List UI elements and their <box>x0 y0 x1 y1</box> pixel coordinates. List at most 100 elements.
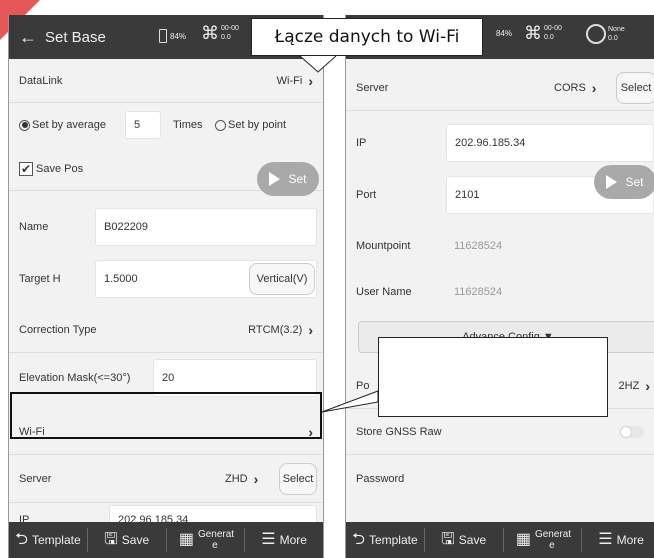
ip-row: IP 202.96.185.34 <box>346 119 654 167</box>
qr-code-icon: ▦ <box>515 531 531 548</box>
set-by-point-label: Set by point <box>228 119 287 131</box>
floppy-disk-icon: 🖫 <box>441 531 455 548</box>
floppy-disk-icon: 🖫 <box>104 531 118 548</box>
select-server-button[interactable]: Select <box>279 463 317 495</box>
template-icon: ⮌ <box>352 531 365 548</box>
qr-code-icon: ▦ <box>178 531 194 548</box>
right-form: Server CORS › Select IP 202.96.185.34 Por… <box>346 59 654 522</box>
template-label: Template <box>31 533 81 547</box>
store-raw-label: Store GNSS Raw <box>356 426 442 438</box>
satellite-icon: ⌘ <box>524 23 542 43</box>
more-label: More <box>616 533 644 547</box>
server-value: CORS <box>554 82 586 94</box>
password-label: Password <box>356 473 405 485</box>
template-icon: ⮌ <box>15 531 28 548</box>
generate-label: Generat e <box>534 529 572 551</box>
satellite-icon: ⌘ <box>201 23 219 43</box>
server-row[interactable]: Server CORS › Select <box>346 65 654 111</box>
right-bottom-bar: ⮌ Template 🖫 Save ▦ Generat e ☰ More <box>346 522 654 558</box>
chevron-right-icon: › <box>308 73 313 89</box>
target-h-label: Target H <box>19 273 61 285</box>
name-label: Name <box>19 221 49 233</box>
set-button[interactable]: Set <box>594 165 654 199</box>
save-button[interactable]: 🖫 Save <box>88 528 167 552</box>
select-server-button[interactable]: Select <box>616 72 654 104</box>
chevron-right-icon: › <box>253 471 259 487</box>
template-button[interactable]: ⮌ Template <box>9 528 88 552</box>
battery-icon <box>159 29 167 43</box>
set-by-point-radio[interactable] <box>215 119 226 131</box>
set-button-label: Set <box>288 172 307 186</box>
save-pos-label: Save Pos <box>36 163 84 175</box>
battery-indicator: 84% <box>159 29 186 43</box>
correction-type-value: RTCM(3.2) <box>248 324 303 336</box>
username-value[interactable]: 11628524 <box>454 286 502 298</box>
diff-status: None 0.0 <box>586 24 625 44</box>
satellite-status: ⌘ 00-00 0.0 <box>201 24 239 42</box>
save-button[interactable]: 🖫 Save <box>425 528 504 552</box>
status-circle-icon <box>586 24 606 44</box>
back-arrow-icon[interactable]: ← <box>19 28 37 46</box>
server-value: ZHD <box>225 473 248 485</box>
menu-icon: ☰ <box>261 531 276 548</box>
wifi-row-highlight <box>10 392 322 439</box>
save-pos-checkbox[interactable]: ✔ <box>19 162 33 176</box>
target-h-row: Target H 1.5000 Vertical(V) <box>9 255 323 303</box>
diff-line-2: 0.0 <box>608 35 618 42</box>
right-phone-screen: 84% ⌘ 00-00 0.0 None 0.0 Server CORS › Sele… <box>345 15 654 558</box>
left-bottom-bar: ⮌ Template 🖫 Save ▦ Generat e ☰ More <box>9 522 323 558</box>
set-button[interactable]: Set <box>257 162 319 196</box>
callout-middle <box>378 337 608 417</box>
set-method-row: Set by average 5 Times Set by point <box>9 103 323 147</box>
more-button[interactable]: ☰ More <box>582 528 654 552</box>
left-form: DataLink Wi-Fi › Set by average 5 Times S… <box>9 59 323 535</box>
store-raw-toggle[interactable] <box>620 426 644 438</box>
server-row[interactable]: Server ZHD › Select <box>9 455 323 503</box>
set-by-average-label: Set by average <box>32 119 106 131</box>
battery-level: 84% <box>496 29 513 38</box>
more-button[interactable]: ☰ More <box>245 528 323 552</box>
mountpoint-label: Mountpoint <box>356 240 411 252</box>
template-label: Template <box>368 533 418 547</box>
chevron-right-icon: › <box>645 378 650 394</box>
save-label: Save <box>458 533 487 547</box>
sat-line-1: 00-00 <box>544 25 562 32</box>
password-row: Password <box>346 455 654 503</box>
more-label: More <box>279 533 307 547</box>
correction-type-label: Correction Type <box>19 324 97 336</box>
play-icon <box>606 175 618 189</box>
generate-button[interactable]: ▦ Generat e <box>167 528 246 552</box>
play-icon <box>269 172 281 186</box>
callout-top: Łącze danych to Wi-Fi <box>251 18 483 56</box>
vertical-mode-button[interactable]: Vertical(V) <box>249 263 315 295</box>
template-button[interactable]: ⮌ Template <box>346 528 425 552</box>
elevation-label: Elevation Mask(<=30°) <box>19 372 131 384</box>
datalink-label: DataLink <box>19 75 63 87</box>
ip-input[interactable]: 202.96.185.34 <box>446 124 654 162</box>
mountpoint-row: Mountpoint 11628524 <box>346 223 654 269</box>
save-label: Save <box>121 533 150 547</box>
datalink-row[interactable]: DataLink Wi-Fi › <box>9 59 323 103</box>
generate-label: Generat e <box>197 529 235 551</box>
sat-line-2: 0.0 <box>221 34 231 41</box>
menu-icon: ☰ <box>598 531 613 548</box>
set-button-label: Set <box>625 175 644 189</box>
po-label: Po <box>356 380 370 392</box>
set-by-average-radio[interactable] <box>19 119 30 131</box>
chevron-right-icon: › <box>591 80 597 96</box>
average-count-input[interactable]: 5 <box>125 111 161 139</box>
battery-indicator: 84% <box>496 29 512 38</box>
server-label: Server <box>19 473 52 485</box>
name-input[interactable]: B022209 <box>95 208 317 246</box>
port-label: Port <box>356 189 377 201</box>
generate-button[interactable]: ▦ Generat e <box>504 528 583 552</box>
diff-line-1: None <box>608 26 625 33</box>
ip-label: IP <box>356 137 367 149</box>
chevron-right-icon: › <box>308 322 313 338</box>
battery-level: 84% <box>170 31 187 41</box>
datalink-value: Wi-Fi <box>276 75 303 87</box>
po-value: 2HZ <box>618 380 640 392</box>
username-label: User Name <box>356 286 412 298</box>
correction-type-row[interactable]: Correction Type RTCM(3.2) › <box>9 307 323 353</box>
mountpoint-value[interactable]: 11628524 <box>454 240 502 252</box>
